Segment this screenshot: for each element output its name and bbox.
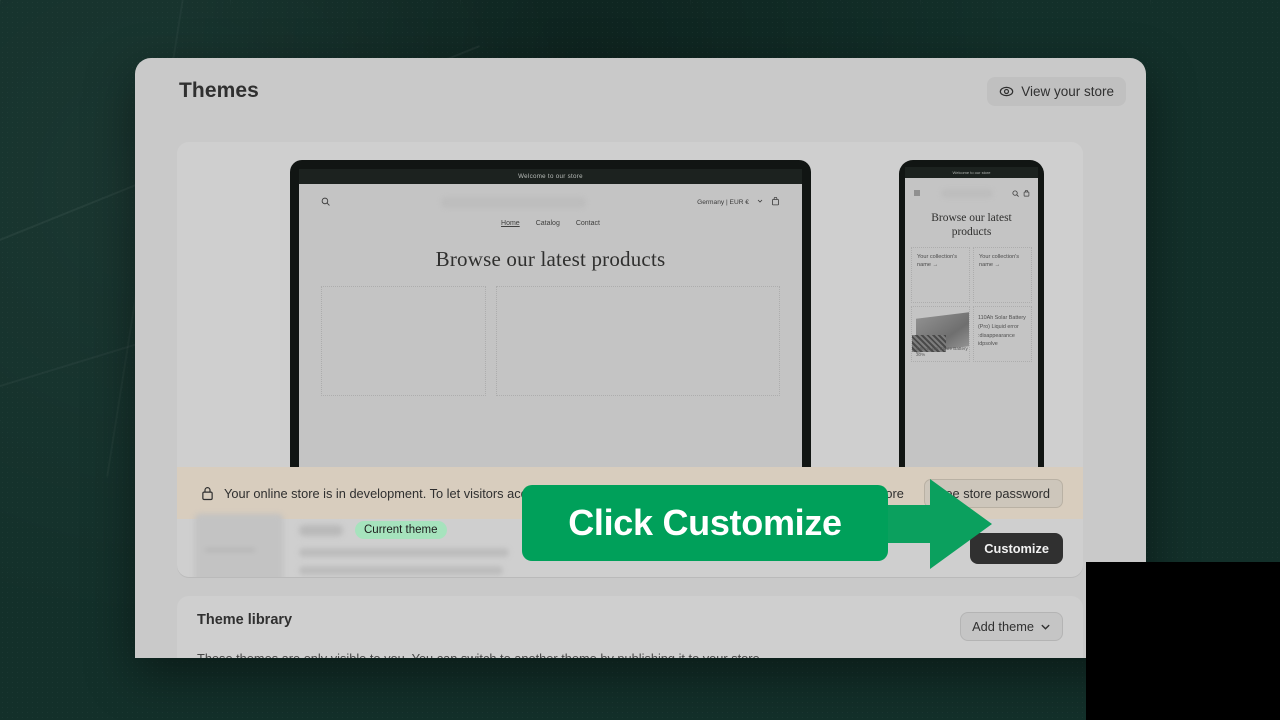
product-image-tile: 4.9A-Li-Ion Spare Battery 30% <box>911 306 970 363</box>
page-title: Themes <box>179 79 259 102</box>
storefront-card-placeholder <box>321 286 486 396</box>
desktop-storefront-heading: Browse our latest products <box>435 247 666 271</box>
cart-icon <box>771 196 780 208</box>
page-header: Themes View your store <box>135 58 1146 124</box>
theme-library-subtitle: These themes are only visible to you. Yo… <box>197 651 1063 658</box>
add-theme-button[interactable]: Add theme <box>960 612 1063 641</box>
desktop-storefront-actions: Germany | EUR € <box>697 196 780 208</box>
collection-tile: Your collection's name → <box>973 247 1032 304</box>
theme-library-header: Theme library Add theme <box>197 612 1063 641</box>
admin-window: Themes View your store Welcome to our st… <box>135 58 1146 658</box>
product-caption: 4.9A-Li-Ion Spare Battery 30% <box>916 345 968 358</box>
search-icon <box>321 193 330 211</box>
mobile-storefront-grid: Your collection's name → Your collection… <box>905 239 1038 363</box>
view-your-store-button[interactable]: View your store <box>987 76 1126 106</box>
desktop-storefront-topbar: Germany | EUR € <box>299 184 802 213</box>
nav-item-catalog: Catalog <box>535 220 560 227</box>
theme-library-panel: Theme library Add theme These themes are… <box>177 596 1083 658</box>
chevron-down-icon <box>1040 621 1051 632</box>
desktop-announcement-bar: Welcome to our store <box>299 169 802 184</box>
product-text-tile: 110Ah Solar Battery (Pro) Liquid error :… <box>973 306 1032 363</box>
desktop-preview-frame: Welcome to our store Germany | EUR € Hom… <box>290 160 811 467</box>
nav-item-contact: Contact <box>575 220 600 227</box>
mobile-announcement-bar: Welcome to our store <box>905 167 1038 178</box>
desktop-storefront-nav: Home Catalog Contact <box>299 213 802 227</box>
mobile-storefront-heading: Browse our latest products <box>931 212 1012 239</box>
mobile-preview-frame: Welcome to our store Browse our latest p… <box>899 160 1044 467</box>
eye-icon <box>999 84 1014 99</box>
theme-thumbnail <box>195 514 283 577</box>
theme-library-title: Theme library <box>197 612 293 628</box>
mobile-preview-screen: Welcome to our store Browse our latest p… <box>905 167 1038 467</box>
lock-icon <box>201 486 214 501</box>
desktop-preview-screen: Welcome to our store Germany | EUR € Hom… <box>299 169 802 467</box>
storefront-card-placeholder <box>496 286 780 396</box>
desktop-storefront-cards <box>299 272 802 396</box>
theme-name-placeholder <box>299 524 343 536</box>
theme-preview-area: Welcome to our store Germany | EUR € Hom… <box>177 142 1083 467</box>
view-your-store-label: View your store <box>1021 83 1114 99</box>
hamburger-menu-icon <box>913 184 921 202</box>
collection-tile: Your collection's name → <box>911 247 970 304</box>
storefront-logo-placeholder <box>940 188 993 198</box>
right-arrow-icon <box>872 479 992 569</box>
cart-icon <box>1023 184 1030 202</box>
current-theme-badge: Current theme <box>355 521 447 539</box>
nav-item-home: Home <box>501 220 520 227</box>
callout-label: Click Customize <box>568 502 842 543</box>
theme-meta-line <box>299 566 503 575</box>
chevron-down-icon <box>757 198 763 206</box>
theme-meta-line <box>299 548 509 557</box>
product-description: 110Ah Solar Battery (Pro) Liquid error :… <box>978 315 1026 348</box>
add-theme-label: Add theme <box>972 619 1034 634</box>
black-overlay-block <box>1086 562 1280 720</box>
locale-selector: Germany | EUR € <box>697 198 749 206</box>
storefront-logo-placeholder <box>441 196 587 208</box>
search-icon <box>1012 184 1019 202</box>
click-customize-callout: Click Customize <box>522 485 888 561</box>
mobile-storefront-topbar <box>905 178 1038 204</box>
